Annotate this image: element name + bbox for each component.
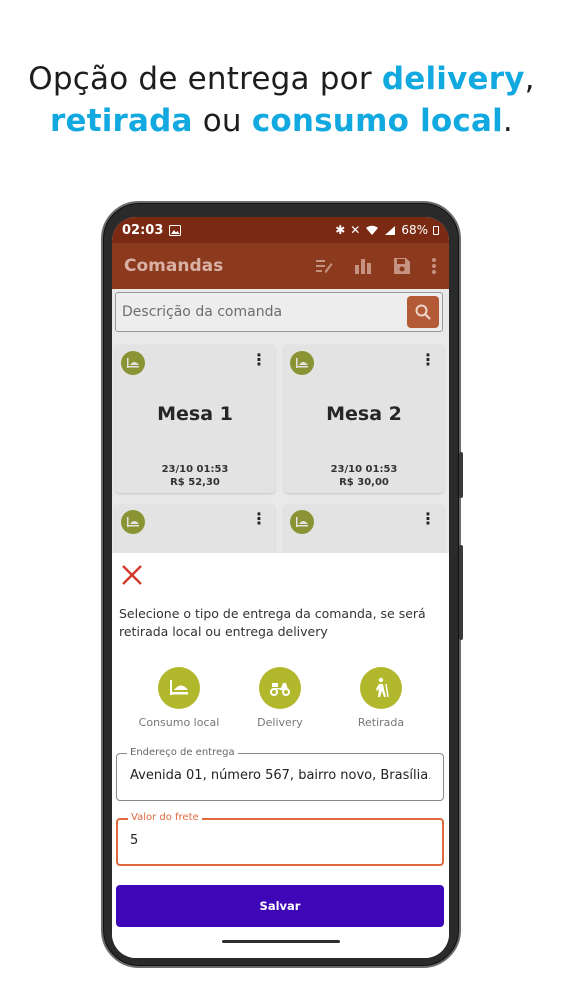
card-meta: 23/10 01:53 R$ 52,30: [115, 463, 275, 489]
freight-field-label: Valor do frete: [128, 812, 202, 824]
delivery-type-sheet: Selecione o tipo de entrega da comanda, …: [112, 553, 449, 958]
phone-screen: 02:03 ✱ ✕ 68% Comandas Descrição da coma…: [112, 217, 449, 958]
order-card-1[interactable]: ⋮ Mesa 1 23/10 01:53 R$ 52,30: [115, 345, 275, 493]
battery-percent: 68%: [401, 223, 428, 237]
option-label: Delivery: [257, 716, 303, 729]
home-indicator: [222, 940, 340, 943]
address-field-label: Endereço de entrega: [127, 747, 238, 759]
app-bar-actions: [315, 257, 437, 275]
headline-retirada: retirada: [50, 103, 193, 139]
search-button[interactable]: [407, 296, 439, 328]
battery-icon: [433, 225, 439, 235]
card-menu-icon[interactable]: ⋮: [420, 352, 436, 368]
headline-comma: ,: [524, 61, 535, 97]
save-icon[interactable]: [393, 257, 411, 275]
dine-in-icon: [290, 510, 314, 534]
image-icon: [169, 224, 182, 236]
headline-ou: ou: [192, 103, 252, 139]
walking-person-icon: [360, 667, 402, 709]
card-meta: 23/10 01:53 R$ 30,00: [284, 463, 444, 489]
option-label: Consumo local: [138, 716, 220, 729]
option-delivery[interactable]: Delivery: [230, 667, 330, 729]
headline-text-1: Opção de entrega por: [28, 61, 382, 97]
option-label: Retirada: [357, 716, 405, 729]
card-menu-icon[interactable]: ⋮: [420, 511, 436, 527]
card-total: R$ 30,00: [339, 477, 389, 488]
card-menu-icon[interactable]: ⋮: [251, 352, 267, 368]
dine-in-icon: [290, 351, 314, 375]
search-bar: [115, 292, 443, 332]
save-button[interactable]: Salvar: [116, 885, 444, 927]
scooter-icon: [259, 667, 301, 709]
mute-icon: ✕: [350, 223, 361, 237]
headline-delivery: delivery: [381, 61, 525, 97]
app-bar: Comandas: [112, 243, 449, 289]
headline: Opção de entrega por delivery, retirada …: [0, 58, 563, 142]
status-icons: ✱ ✕ 68%: [335, 223, 439, 237]
freight-field[interactable]: Valor do frete: [116, 812, 444, 866]
card-datetime: 23/10 01:53: [161, 464, 229, 475]
table-icon: [158, 667, 200, 709]
page: Opção de entrega por delivery, retirada …: [0, 0, 563, 1000]
card-title: Mesa 2: [326, 403, 402, 425]
bar-chart-icon[interactable]: [353, 257, 373, 275]
volume-button: [459, 452, 463, 498]
option-retirada[interactable]: Retirada: [331, 667, 431, 729]
edit-list-icon[interactable]: [315, 257, 333, 275]
address-input[interactable]: [130, 768, 430, 783]
card-datetime: 23/10 01:53: [330, 464, 398, 475]
signal-icon: [385, 225, 396, 235]
bluetooth-icon: ✱: [335, 223, 346, 237]
sheet-description: Selecione o tipo de entrega da comanda, …: [119, 606, 426, 639]
headline-consumo-local: consumo local: [251, 103, 503, 139]
power-button: [459, 545, 463, 640]
order-card-2[interactable]: ⋮ Mesa 2 23/10 01:53 R$ 30,00: [284, 345, 444, 493]
headline-period: .: [502, 103, 513, 139]
dine-in-icon: [121, 351, 145, 375]
app-title: Comandas: [124, 256, 224, 276]
card-menu-icon[interactable]: ⋮: [251, 511, 267, 527]
wifi-icon: [366, 225, 379, 235]
card-title: Mesa 1: [157, 403, 233, 425]
search-icon: [415, 304, 431, 320]
address-field[interactable]: Endereço de entrega: [116, 747, 444, 801]
dine-in-icon: [121, 510, 145, 534]
close-icon[interactable]: [120, 563, 144, 587]
more-vert-icon[interactable]: [431, 257, 437, 275]
search-input[interactable]: [122, 304, 407, 320]
freight-input[interactable]: [130, 833, 430, 848]
status-bar: 02:03 ✱ ✕ 68%: [112, 217, 449, 243]
card-total: R$ 52,30: [170, 477, 220, 488]
status-time: 02:03: [122, 222, 164, 238]
option-consumo-local[interactable]: Consumo local: [129, 667, 229, 729]
